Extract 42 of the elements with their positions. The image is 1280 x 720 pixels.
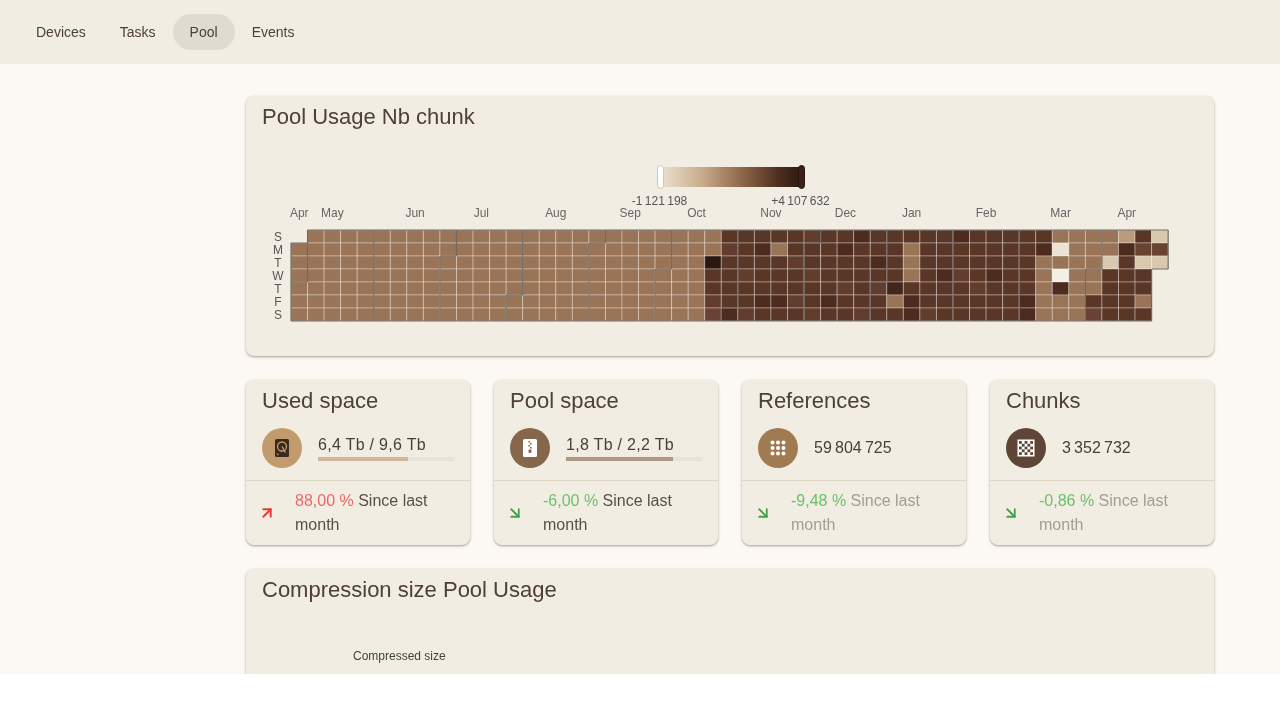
stat-title: Chunks: [1006, 387, 1082, 415]
month-label: Apr: [289, 206, 309, 220]
stat-title: Used space: [262, 387, 380, 415]
month-label: Dec: [834, 206, 857, 220]
change-note: -0,86 % Since last month: [1039, 491, 1169, 535]
card-title: Compression size Pool Usage: [262, 576, 557, 604]
stat-value: 3 352 732: [1062, 438, 1131, 458]
scale-min-label: -1 121 198: [631, 195, 688, 207]
change-note: 88,00 % Since last month: [295, 491, 429, 535]
month-label: Apr: [1117, 206, 1137, 220]
day-label: W: [272, 269, 284, 283]
stat-value: 6,4 Tb / 9,6 Tb: [318, 435, 426, 455]
card-title: Pool Usage Nb chunk: [262, 103, 476, 131]
month-label: Nov: [760, 206, 782, 220]
month-label: Aug: [545, 206, 567, 220]
stat-title: References: [758, 387, 872, 415]
month-label: Jul: [473, 206, 489, 220]
month-label: Jun: [405, 206, 425, 220]
nav-tab[interactable]: Events: [234, 14, 312, 50]
day-label: T: [274, 256, 282, 270]
month-label: Jan: [901, 206, 922, 220]
nav-tab[interactable]: Tasks: [102, 14, 173, 50]
change-note: -6,00 % Since last month: [543, 491, 673, 535]
day-label: S: [274, 230, 282, 244]
day-label: S: [274, 308, 282, 322]
scale-max-label: +4 107 632: [771, 195, 830, 207]
nav-tab[interactable]: Pool: [172, 14, 235, 50]
stat-title: Pool space: [510, 387, 620, 415]
month-label: Sep: [619, 206, 641, 220]
change-note: -9,48 % Since last month: [791, 491, 921, 535]
day-label: T: [274, 282, 282, 296]
month-label: Oct: [687, 206, 706, 220]
nav-tab[interactable]: Devices: [19, 14, 103, 50]
range-handle[interactable]: [797, 165, 805, 189]
stat-value: 1,8 Tb / 2,2 Tb: [566, 435, 674, 455]
month-label: May: [321, 206, 344, 220]
day-label: M: [273, 243, 283, 257]
month-label: Feb: [975, 206, 997, 220]
chart-axis-title: Compressed size: [353, 649, 446, 663]
stat-value: 59 804 725: [814, 438, 892, 458]
month-label: Mar: [1050, 206, 1071, 220]
day-label: F: [274, 295, 282, 309]
